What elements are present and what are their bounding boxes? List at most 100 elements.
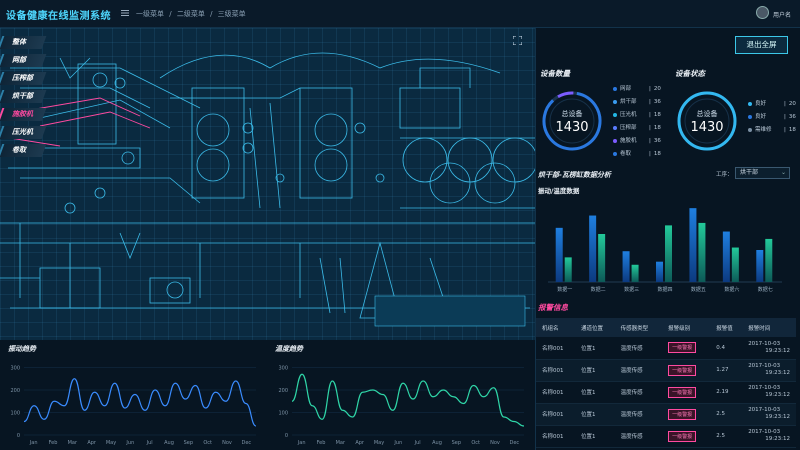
cell-value: 0.4 [710, 337, 743, 360]
legend-item: 压光机 | 18 [613, 110, 661, 123]
column-header[interactable]: 报警时间 [742, 318, 796, 337]
x-tick-label: Feb [317, 440, 326, 446]
cell-value: 2.5 [710, 403, 743, 426]
legend-item: 施胶机 | 36 [613, 136, 661, 149]
sidebar-item-label: 整体 [12, 38, 26, 46]
legend-item: 良好 | 36 [748, 112, 796, 125]
sidebar-item[interactable]: 施胶机 [0, 108, 47, 121]
legend-value: 20 [653, 86, 661, 92]
sidebar-item[interactable]: 压光机 [0, 126, 47, 139]
process-select[interactable]: 烘干部 ⌄ [735, 167, 790, 179]
breadcrumb-item[interactable]: 一级菜单 [136, 9, 164, 19]
cell-sensor: 温度传感 [614, 425, 663, 448]
x-tick-label: Mar [68, 440, 78, 446]
column-header[interactable]: 机组名 [536, 318, 575, 337]
temperature-trend-title: 温度趋势 [275, 345, 303, 353]
bar[interactable] [656, 261, 663, 282]
legend-label: 施胶机 [620, 138, 637, 144]
bar[interactable] [765, 238, 773, 282]
x-tick-label: 数据三 [624, 286, 639, 293]
bar-chart-subtitle: 振动/温度数据 [538, 187, 580, 195]
legend-dot [613, 112, 617, 117]
sidebar-item[interactable]: 烘干部 [0, 90, 47, 103]
column-header[interactable]: 报警值 [710, 318, 743, 337]
legend-label: 良好 [755, 114, 767, 120]
sidebar-item[interactable]: 压榨部 [0, 72, 47, 85]
user-name[interactable]: 用户名 [773, 10, 791, 19]
bar[interactable] [731, 247, 739, 282]
exit-fullscreen-button[interactable]: 退出全屏 [735, 36, 788, 54]
bar[interactable] [756, 250, 764, 282]
breadcrumb-item[interactable]: 二级菜单 [177, 9, 205, 19]
bar[interactable] [589, 215, 597, 282]
cell-sensor: 温度传感 [614, 381, 663, 404]
x-tick-label: Nov [222, 440, 232, 446]
x-tick-label: Apr [87, 440, 97, 446]
alarm-level-badge: 一级警报 [668, 364, 697, 376]
cell-value: 2.19 [710, 381, 743, 404]
cell-sensor: 温度传感 [614, 337, 663, 360]
cell-date: 2017-10-03 [748, 340, 781, 347]
sidebar-item[interactable]: 网部 [0, 54, 47, 67]
x-tick-label: Apr [355, 440, 365, 446]
cell-time: 2017-10-03 19:23:12 [742, 425, 796, 448]
cell-clock: 19:23:12 [765, 347, 790, 354]
x-tick-label: 数据四 [657, 286, 672, 293]
menu-icon[interactable] [121, 9, 129, 17]
legend-label: 良好 [755, 101, 767, 107]
table-row[interactable]: 名称001 位置1 温度传感 一级警报 0.4 2017-10-03 19:23:12 [536, 337, 796, 360]
avatar[interactable] [756, 6, 769, 19]
x-tick-label: Jul [414, 440, 421, 446]
column-header[interactable]: 传感器类型 [614, 318, 663, 337]
column-header[interactable]: 通道位置 [574, 318, 615, 337]
cell-level: 一级警报 [662, 425, 711, 448]
cell-level: 一级警报 [662, 381, 711, 404]
bar[interactable] [631, 264, 639, 282]
device-status-legend: 良好 | 20 良好 | 36 需维修 | 18 [748, 99, 796, 138]
table-row[interactable]: 名称001 位置1 温度传感 一级警报 2.19 2017-10-03 19:23:12 [536, 381, 796, 404]
sidebar-item[interactable]: 整体 [0, 36, 47, 49]
breadcrumb-item[interactable]: 三级菜单 [218, 9, 246, 19]
legend-item: 良好 | 20 [748, 99, 796, 112]
bar[interactable] [555, 227, 563, 282]
fullscreen-icon[interactable] [513, 36, 522, 45]
column-header[interactable]: 报警级别 [662, 318, 711, 337]
legend-value: 20 [788, 101, 796, 107]
x-tick-label: May [106, 440, 116, 446]
device-status-title: 设备状态 [675, 69, 705, 78]
legend-value: 18 [653, 112, 661, 118]
cell-name: 名称001 [536, 425, 575, 448]
table-row[interactable]: 名称001 位置1 温度传感 一级警报 2.5 2017-10-03 19:23:12 [536, 403, 796, 426]
bar[interactable] [722, 231, 730, 282]
x-tick-label: Sep [184, 440, 193, 446]
legend-value: 18 [653, 125, 661, 131]
y-tick-label: 0 [17, 433, 20, 439]
device-status-ring-value: 1430 [690, 120, 724, 135]
process-select-value: 烘干部 [740, 169, 759, 176]
table-row[interactable]: 名称001 位置1 温度传感 一级警报 1.27 2017-10-03 19:23:12 [536, 359, 796, 382]
bar[interactable] [665, 225, 672, 282]
bar[interactable] [598, 234, 606, 282]
x-tick-label: 数据二 [591, 286, 606, 293]
bar[interactable] [622, 251, 630, 282]
cell-name: 名称001 [536, 359, 575, 382]
x-tick-label: 数据六 [724, 286, 739, 293]
legend-dot [613, 125, 617, 130]
legend-dot [613, 86, 617, 91]
x-tick-label: Feb [49, 440, 58, 446]
legend-separator: | [649, 99, 651, 105]
bar[interactable] [698, 222, 706, 282]
table-row[interactable]: 名称001 位置1 温度传感 一级警报 2.5 2017-10-03 19:23:12 [536, 425, 796, 448]
bar[interactable] [564, 257, 572, 282]
device-status-ring-label: 总设备 [696, 110, 718, 118]
cell-position: 位置1 [574, 403, 615, 426]
cell-date: 2017-10-03 [748, 363, 781, 369]
cell-value: 1.27 [710, 359, 743, 382]
cell-time: 2017-10-03 19:23:12 [742, 337, 796, 360]
legend-value: 36 [653, 99, 661, 105]
sidebar-item-label: 压光机 [12, 128, 33, 136]
legend-dot [748, 114, 752, 119]
sidebar-item[interactable]: 卷取 [0, 144, 47, 157]
bar[interactable] [689, 208, 697, 282]
x-tick-label: Dec [509, 440, 519, 446]
